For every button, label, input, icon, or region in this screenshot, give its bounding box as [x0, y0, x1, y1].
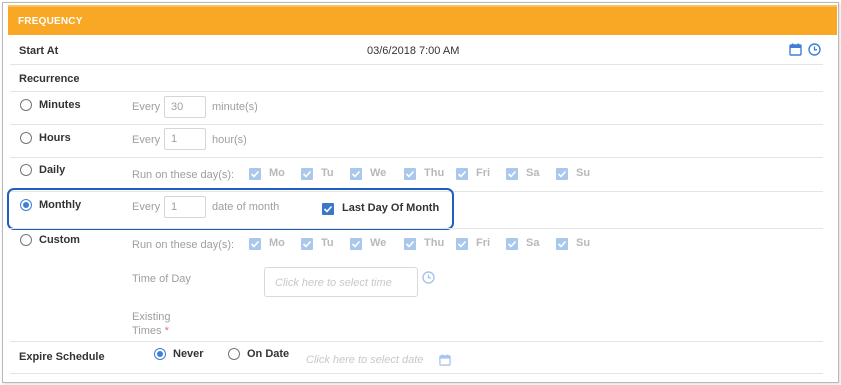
hours-input[interactable]: 1 [164, 128, 206, 150]
daily-day-checkbox-su[interactable] [556, 168, 568, 180]
custom-day-label-fri: Fri [476, 237, 491, 249]
custom-day-label-su: Su [576, 237, 591, 249]
daily-day-checkbox-we[interactable] [350, 168, 362, 180]
expire-schedule-label: Expire Schedule [19, 351, 105, 363]
custom-day-label-we: We [370, 237, 387, 249]
expire-date-input[interactable]: Click here to select date [306, 354, 423, 366]
time-of-day-label: Time of Day [132, 273, 191, 285]
daily-run-label: Run on these day(s): [132, 169, 235, 181]
daily-day-checkbox-mo[interactable] [249, 168, 261, 180]
custom-run-label: Run on these day(s): [132, 239, 235, 251]
hours-every-label: Every [132, 134, 161, 146]
daily-day-label-mo: Mo [269, 167, 285, 179]
daily-day-label-thu: Thu [424, 167, 445, 179]
custom-day-checkbox-we[interactable] [350, 238, 362, 250]
minutes-label: Minutes [39, 99, 81, 111]
time-placeholder: Click here to select time [275, 277, 392, 289]
divider [10, 341, 823, 342]
minutes-input[interactable]: 30 [164, 96, 206, 118]
never-label: Never [173, 348, 204, 360]
on-date-radio[interactable] [228, 348, 240, 360]
daily-radio[interactable] [20, 164, 32, 176]
daily-day-label-we: We [370, 167, 387, 179]
daily-day-label-su: Su [576, 167, 591, 179]
divider [10, 157, 823, 158]
hours-unit-label: hour(s) [212, 134, 247, 146]
clock-icon[interactable] [422, 271, 435, 287]
recurrence-label: Recurrence [19, 73, 80, 85]
custom-day-checkbox-fri[interactable] [456, 238, 468, 250]
daily-day-checkbox-sa[interactable] [506, 168, 518, 180]
divider [10, 124, 823, 125]
custom-day-label-mo: Mo [269, 237, 285, 249]
daily-day-checkbox-tu[interactable] [301, 168, 313, 180]
hours-label: Hours [39, 132, 71, 144]
custom-label: Custom [39, 234, 80, 246]
never-radio[interactable] [154, 348, 166, 360]
required-mark: * [164, 325, 169, 337]
monthly-highlight-outline [7, 188, 454, 230]
hours-radio[interactable] [20, 132, 32, 144]
on-date-label: On Date [247, 348, 290, 360]
clock-icon[interactable] [808, 43, 821, 59]
daily-day-label-fri: Fri [476, 167, 491, 179]
custom-day-checkbox-thu[interactable] [404, 238, 416, 250]
divider [10, 91, 823, 92]
daily-label: Daily [39, 164, 66, 176]
minutes-unit-label: minute(s) [212, 101, 258, 113]
calendar-icon[interactable] [789, 43, 802, 59]
custom-day-label-tu: Tu [321, 237, 334, 249]
daily-day-label-tu: Tu [321, 167, 334, 179]
custom-day-checkbox-tu[interactable] [301, 238, 313, 250]
divider [10, 228, 823, 229]
daily-day-checkbox-fri[interactable] [456, 168, 468, 180]
custom-day-checkbox-su[interactable] [556, 238, 568, 250]
existing-times-label: Existing Times * [132, 310, 192, 338]
section-header: FREQUENCY [8, 5, 837, 35]
divider [10, 373, 823, 374]
time-of-day-input[interactable]: Click here to select time [264, 267, 418, 297]
calendar-icon[interactable] [439, 354, 451, 369]
section-title: FREQUENCY [18, 16, 83, 27]
daily-day-checkbox-thu[interactable] [404, 168, 416, 180]
custom-radio[interactable] [20, 234, 32, 246]
start-at-value[interactable]: 03/6/2018 7:00 AM [367, 45, 459, 57]
daily-day-label-sa: Sa [526, 167, 540, 179]
minutes-every-label: Every [132, 101, 161, 113]
minutes-radio[interactable] [20, 99, 32, 111]
custom-day-label-sa: Sa [526, 237, 540, 249]
custom-day-checkbox-sa[interactable] [506, 238, 518, 250]
custom-day-label-thu: Thu [424, 237, 445, 249]
custom-day-checkbox-mo[interactable] [249, 238, 261, 250]
divider [10, 64, 823, 65]
start-at-label: Start At [19, 45, 59, 57]
